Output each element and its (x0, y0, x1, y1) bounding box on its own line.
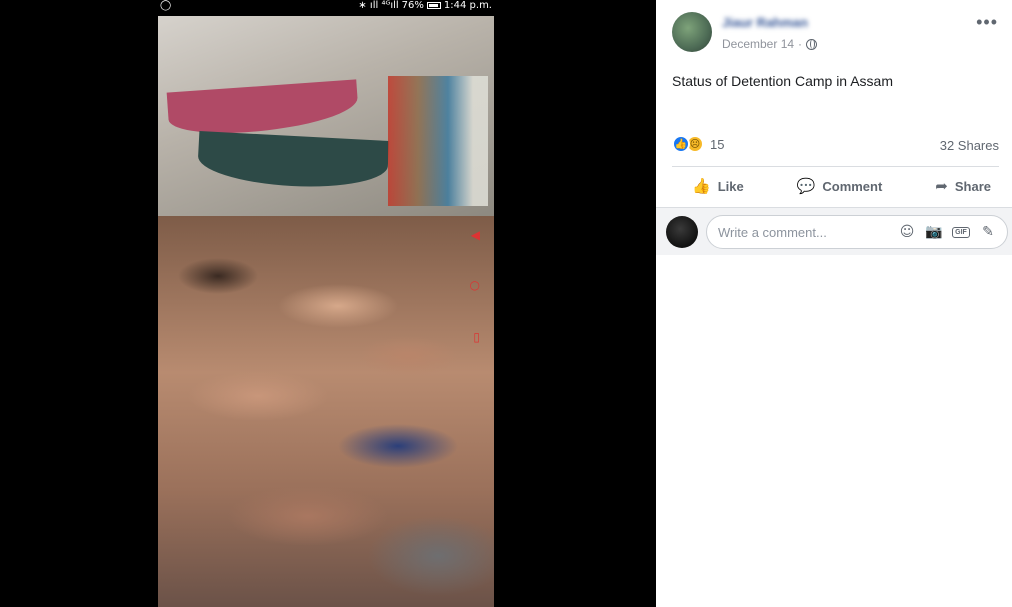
gif-label: GIF (952, 226, 970, 238)
post-text: Status of Detention Camp in Assam (672, 73, 893, 89)
facebook-photo-theater: ◯ ∗ ıll ⁴ᴳıll 76% 1:44 p.m. ◀ ○ ▯ Jiaur … (0, 0, 1012, 607)
photo-hanging-clothes (388, 76, 488, 206)
viewer-avatar (666, 216, 698, 248)
reactions-summary[interactable]: 👍 ☹ 15 (672, 135, 724, 153)
comment-button[interactable]: 💬 Comment (797, 177, 883, 195)
reaction-count: 15 (710, 136, 725, 152)
phone-status-bar: ◯ ∗ ıll ⁴ᴳıll 76% 1:44 p.m. (158, 0, 494, 14)
like-reaction-icon: 👍 (672, 135, 690, 153)
battery-percent: 76% (401, 0, 424, 11)
comment-composer: Write a comment... ☺ 📷 GIF ✎ (656, 207, 1012, 255)
phone-time: 1:44 p.m. (443, 0, 492, 11)
action-bar: 👍 Like 💬 Comment ➦ Share (672, 168, 999, 204)
comment-input[interactable]: Write a comment... ☺ 📷 GIF ✎ (706, 215, 1008, 249)
share-button[interactable]: ➦ Share (935, 177, 991, 195)
post-photo[interactable]: ◀ ○ ▯ (158, 16, 494, 607)
post-date[interactable]: December 14 (722, 37, 794, 51)
share-arrow-icon: ➦ (935, 177, 948, 195)
photo-viewer[interactable]: ◯ ∗ ıll ⁴ᴳıll 76% 1:44 p.m. ◀ ○ ▯ (0, 0, 656, 607)
like-label: Like (717, 178, 744, 194)
circle-record-icon: ○ (469, 278, 480, 292)
post-meta: December 14 · (722, 37, 818, 51)
comment-placeholder: Write a comment... (718, 225, 827, 240)
thumbs-up-icon: 👍 (692, 177, 711, 195)
camera-icon[interactable]: 📷 (925, 224, 943, 240)
gif-icon[interactable]: GIF (952, 224, 970, 240)
heart-outline-icon: ◀ (470, 228, 480, 242)
photo-crowd (158, 216, 494, 607)
author-name[interactable]: Jiaur Rahman (722, 15, 808, 30)
shares-count[interactable]: 32 Shares (940, 138, 999, 153)
author-avatar[interactable] (672, 12, 712, 52)
square-icon: ▯ (473, 330, 480, 344)
like-button[interactable]: 👍 Like (692, 177, 744, 195)
notification-icon: ◯ (160, 0, 172, 11)
signal-icon: ∗ ıll ⁴ᴳıll (358, 0, 399, 11)
sticker-icon[interactable]: ✎ (979, 224, 997, 240)
comment-label: Comment (822, 178, 883, 194)
emoji-icon[interactable]: ☺ (898, 224, 916, 240)
comment-tools: ☺ 📷 GIF ✎ (898, 224, 997, 240)
post-panel: Jiaur Rahman December 14 · ••• Status of… (656, 0, 1012, 607)
divider (672, 166, 999, 167)
share-label: Share (954, 178, 991, 194)
meta-separator: · (798, 37, 803, 51)
globe-icon[interactable] (806, 38, 818, 50)
speech-bubble-icon: 💬 (796, 177, 816, 195)
more-options-button[interactable]: ••• (976, 12, 998, 33)
battery-icon (426, 2, 441, 9)
status-right: ∗ ıll ⁴ᴳıll 76% 1:44 p.m. (358, 0, 492, 11)
